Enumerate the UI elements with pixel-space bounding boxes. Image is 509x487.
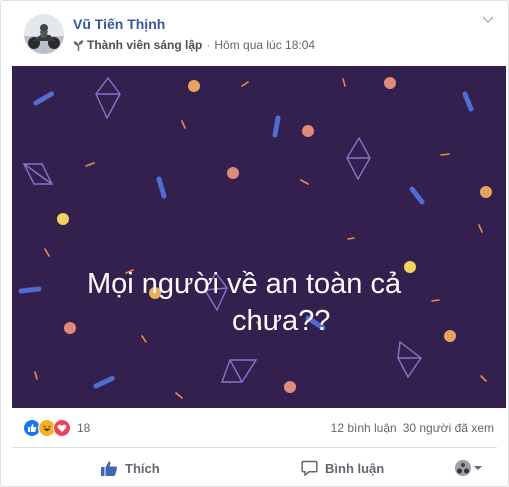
action-divider	[12, 447, 497, 448]
comment-bubble-icon	[301, 460, 318, 476]
motorcycle-rider-avatar-icon	[24, 14, 64, 54]
caret-down-icon	[474, 466, 482, 470]
seen-by-count-link[interactable]: 30 người đã xem	[403, 421, 494, 435]
like-label: Thích	[125, 460, 160, 476]
headline-line-2: chưa??	[232, 305, 331, 337]
chevron-down-icon[interactable]	[481, 15, 495, 25]
sprout-icon	[73, 40, 84, 51]
reaction-count: 18	[77, 421, 91, 435]
post-timestamp[interactable]: Hôm qua lúc 18:04	[214, 38, 315, 52]
user-avatar-icon	[455, 460, 471, 476]
member-role-badge: Thành viên sáng lập	[87, 38, 203, 52]
author-name[interactable]: Vũ Tiến Thịnh	[73, 16, 165, 32]
reaction-summary[interactable]: 18	[23, 419, 90, 437]
post-stats: 12 bình luận 30 người đã xem	[331, 421, 494, 435]
comment-button[interactable]: Bình luận	[301, 457, 384, 479]
thumbs-up-icon	[100, 460, 118, 477]
like-button[interactable]: Thích	[100, 457, 160, 479]
meta-separator: ·	[206, 38, 211, 52]
post-card: Vũ Tiến Thịnh Thành viên sáng lập · Hôm …	[0, 0, 509, 487]
comment-count-link[interactable]: 12 bình luận	[331, 421, 397, 435]
headline-line-1: Mọi người về an toàn cả	[87, 268, 402, 300]
post-meta: Thành viên sáng lập · Hôm qua lúc 18:04	[73, 38, 315, 52]
confetti-pattern	[18, 76, 492, 399]
comment-label: Bình luận	[325, 460, 385, 476]
author-avatar[interactable]	[24, 14, 64, 54]
post-as-selector[interactable]	[455, 460, 483, 476]
text-background-banner: Mọi người về an toàn cả chưa??	[12, 66, 506, 408]
love-icon	[53, 419, 71, 437]
